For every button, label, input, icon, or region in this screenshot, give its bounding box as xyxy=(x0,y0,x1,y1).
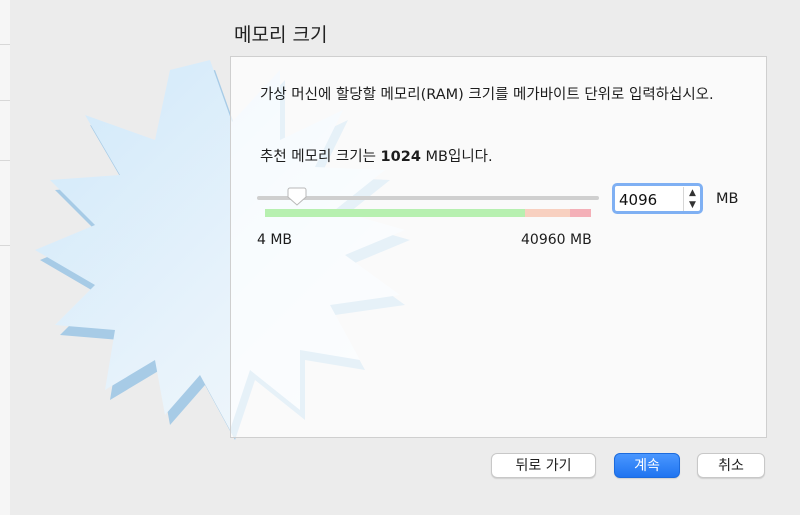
stepper-up-icon[interactable]: ▲ xyxy=(684,187,701,199)
back-button[interactable]: 뒤로 가기 xyxy=(491,453,596,478)
background-divider xyxy=(0,160,10,161)
memory-spinbox[interactable]: ▲ ▼ xyxy=(612,183,703,214)
memory-min-label: 4 MB xyxy=(257,232,293,248)
continue-button[interactable]: 계속 xyxy=(614,453,680,478)
memory-slider-thumb[interactable] xyxy=(287,187,307,206)
dialog-title: 메모리 크기 xyxy=(234,24,328,46)
memory-safe-zone xyxy=(265,209,525,217)
memory-slider-track[interactable] xyxy=(257,196,599,200)
memory-description: 가상 머신에 할당할 메모리(RAM) 크기를 메가바이트 단위로 입력하십시오… xyxy=(260,87,714,103)
stepper-down-icon[interactable]: ▼ xyxy=(684,199,701,211)
recommended-memory-text: 추천 메모리 크기는 1024 MB입니다. xyxy=(260,149,493,165)
memory-warning-zone xyxy=(525,209,570,217)
background-divider xyxy=(0,245,10,246)
memory-max-label: 40960 MB xyxy=(521,232,592,248)
memory-size-input[interactable] xyxy=(619,189,681,210)
memory-unit-label: MB xyxy=(716,191,739,207)
background-divider xyxy=(0,100,10,101)
content-panel xyxy=(230,56,767,438)
recommended-memory-value: 1024 xyxy=(380,149,421,165)
cancel-button[interactable]: 취소 xyxy=(697,453,765,478)
memory-stepper[interactable]: ▲ ▼ xyxy=(683,187,701,211)
memory-danger-zone xyxy=(570,209,591,217)
background-divider xyxy=(0,44,10,45)
